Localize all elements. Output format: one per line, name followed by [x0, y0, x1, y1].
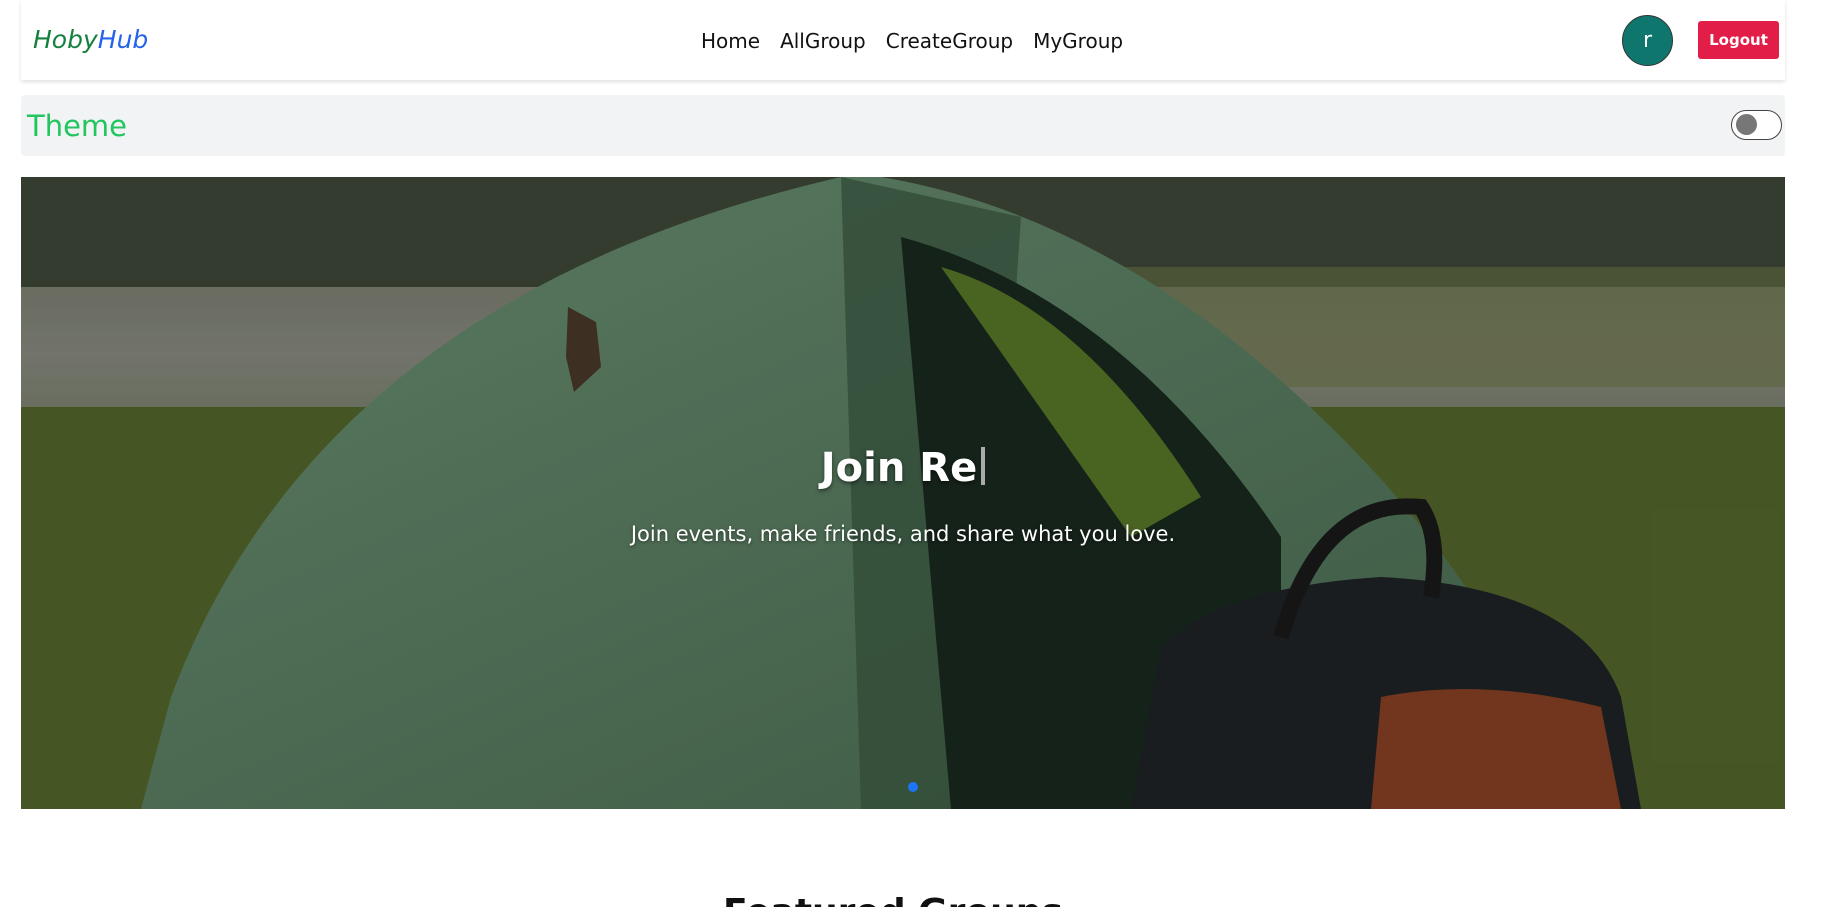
theme-bar: Theme — [21, 95, 1785, 156]
nav-link-allgroup[interactable]: AllGroup — [780, 29, 866, 53]
typing-cursor — [981, 447, 986, 485]
featured-groups-title: Featured Groups — [0, 892, 1786, 907]
hero-title-text: Join Re — [820, 445, 978, 491]
logo-part-b: Hub — [97, 25, 149, 54]
theme-label: Theme — [27, 109, 128, 143]
nav-link-mygroup[interactable]: MyGroup — [1033, 29, 1123, 53]
carousel-dot-active[interactable] — [908, 782, 918, 792]
logo[interactable]: HobyHub — [33, 25, 148, 54]
theme-toggle[interactable] — [1731, 110, 1782, 140]
logout-button[interactable]: Logout — [1698, 21, 1779, 59]
nav-link-home[interactable]: Home — [701, 29, 760, 53]
navbar: HobyHub Home AllGroup CreateGroup MyGrou… — [21, 0, 1785, 80]
hero-overlay — [21, 177, 1785, 809]
avatar[interactable]: r — [1622, 15, 1673, 66]
nav-links: Home AllGroup CreateGroup MyGroup — [701, 29, 1123, 53]
toggle-knob — [1736, 114, 1757, 135]
hero-title: Join Re — [21, 445, 1785, 491]
hero-banner: Join Re Join events, make friends, and s… — [21, 177, 1785, 809]
logo-part-a: Hoby — [33, 25, 98, 54]
hero-subtitle: Join events, make friends, and share wha… — [630, 522, 1176, 546]
avatar-initial: r — [1642, 28, 1653, 53]
nav-link-creategroup[interactable]: CreateGroup — [886, 29, 1013, 53]
